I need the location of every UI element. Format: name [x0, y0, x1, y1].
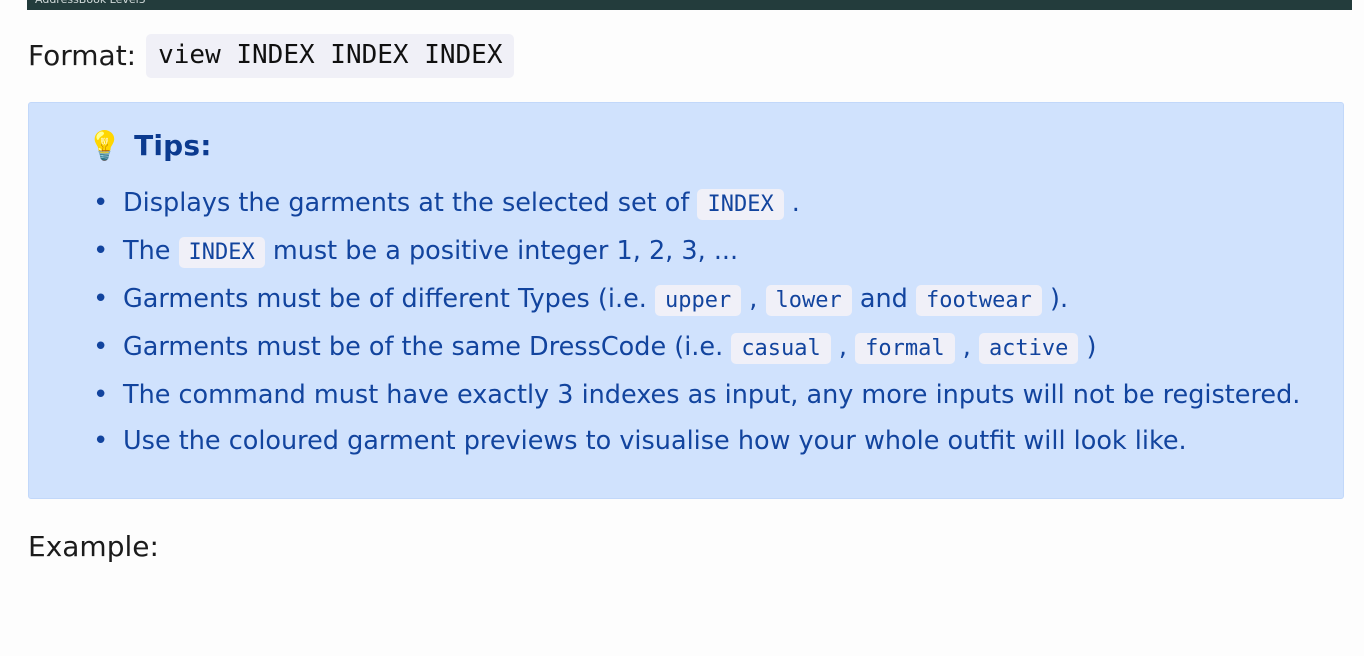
tips-text-run: Garments must be of different Types (i.e…: [123, 284, 655, 314]
tips-list-item: Use the coloured garment previews to vis…: [93, 418, 1313, 464]
tips-text-run: ,: [830, 332, 856, 362]
window-title-bar: AddressBook Level3: [27, 0, 1352, 10]
page-content: Format: view INDEX INDEX INDEX 💡 Tips: D…: [0, 10, 1364, 565]
tips-list-item: Garments must be of different Types (i.e…: [93, 276, 1313, 324]
tips-text-run: Use the coloured garment previews to vis…: [123, 426, 1187, 456]
format-row: Format: view INDEX INDEX INDEX: [0, 10, 1364, 78]
tips-list-item: Garments must be of the same DressCode (…: [93, 324, 1313, 372]
light-bulb-icon: 💡: [87, 128, 123, 162]
tips-list-item: Displays the garments at the selected se…: [93, 180, 1313, 228]
tips-text-run: Displays the garments at the selected se…: [123, 188, 698, 218]
tips-text-run: ,: [741, 284, 766, 314]
inline-code: casual: [731, 333, 831, 364]
tips-callout: 💡 Tips: Displays the garments at the sel…: [28, 102, 1344, 499]
tips-text-run: .: [783, 188, 800, 218]
inline-code: INDEX: [697, 189, 784, 220]
inline-code: formal: [855, 333, 955, 364]
tips-heading-label: Tips:: [134, 129, 212, 162]
format-command-code: view INDEX INDEX INDEX: [146, 34, 515, 78]
example-label: Example:: [28, 530, 159, 563]
tips-text-run: Garments must be of the same DressCode (…: [123, 332, 732, 362]
tips-text-run: must be a positive integer 1, 2, 3, ...: [264, 236, 739, 266]
inline-code: lower: [765, 285, 852, 316]
tips-text-run: ): [1078, 332, 1097, 362]
inline-code: INDEX: [178, 237, 265, 268]
tips-text-run: The command must have exactly 3 indexes …: [123, 380, 1301, 410]
tips-heading: 💡 Tips:: [87, 129, 1313, 162]
tips-text-run: The: [123, 236, 179, 266]
tips-text-run: ).: [1041, 284, 1069, 314]
tips-list: Displays the garments at the selected se…: [59, 180, 1313, 464]
inline-code: active: [978, 333, 1079, 364]
tips-list-item: The command must have exactly 3 indexes …: [93, 372, 1313, 418]
inline-code: footwear: [915, 285, 1042, 316]
format-label: Format:: [28, 39, 137, 72]
tips-text-run: and: [851, 284, 916, 314]
inline-code: upper: [654, 285, 742, 316]
tips-text-run: ,: [954, 332, 979, 362]
window-title-text: AddressBook Level3: [35, 0, 146, 6]
tips-list-item: The INDEX must be a positive integer 1, …: [93, 228, 1313, 276]
